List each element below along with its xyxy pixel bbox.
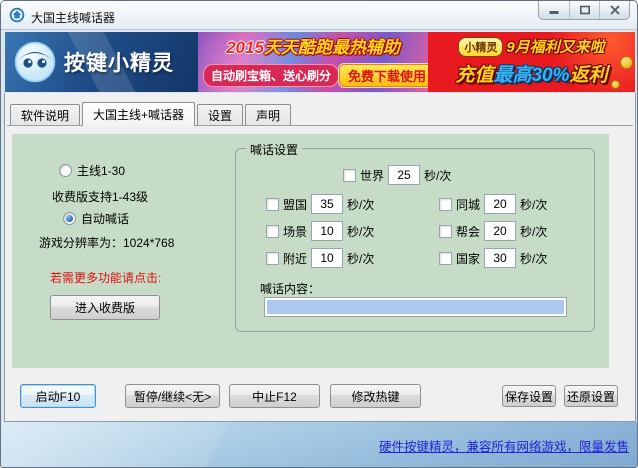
nation-label[interactable]: 国家 [456, 250, 480, 267]
paid-support-note: 收费版支持1-43级 [52, 188, 148, 205]
shout-content-label: 喊话内容： [260, 280, 320, 297]
guild-unit-label: 秒/次 [520, 223, 547, 240]
scene-label[interactable]: 场景 [283, 223, 307, 240]
guild-label[interactable]: 帮会 [456, 223, 480, 240]
radio-row-mainline[interactable]: 主线1-30 [59, 162, 125, 179]
minimize-button[interactable] [539, 1, 569, 19]
start-button[interactable]: 启动F10 [20, 384, 96, 408]
world-interval-input[interactable] [388, 165, 420, 185]
maximize-icon [579, 5, 591, 15]
shout-row-nearby: 附近 秒/次 [266, 248, 374, 268]
resolution-note: 游戏分辨率为：1024*768 [39, 234, 174, 251]
enter-paid-version-button[interactable]: 进入收费版 [50, 295, 160, 320]
alliance-interval-input[interactable] [311, 194, 343, 214]
shout-settings-legend: 喊话设置 [246, 141, 302, 158]
shout-row-world: 世界 秒/次 [343, 165, 451, 185]
alliance-label[interactable]: 盟国 [283, 196, 307, 213]
shout-row-guild: 帮会 秒/次 [439, 221, 547, 241]
city-interval-input[interactable] [484, 194, 516, 214]
scene-interval-input[interactable] [311, 221, 343, 241]
ad-headline: 2015天天酷跑最热辅助 [198, 33, 428, 58]
scene-unit-label: 秒/次 [347, 223, 374, 240]
world-checkbox[interactable] [343, 169, 356, 182]
ad-banner-middle[interactable]: 2015天天酷跑最热辅助 自动刷宝箱、送心刷分 免费下载使用 [198, 32, 428, 92]
alliance-unit-label: 秒/次 [347, 196, 374, 213]
save-settings-button[interactable]: 保存设置 [502, 385, 556, 407]
nearby-checkbox[interactable] [266, 252, 279, 265]
maximize-button[interactable] [569, 1, 599, 19]
guild-interval-input[interactable] [484, 221, 516, 241]
nearby-label[interactable]: 附近 [283, 250, 307, 267]
window-title: 大国主线喊话器 [31, 9, 115, 26]
ad-right-line1-text: 9月福利又来啦 [506, 36, 604, 57]
autoshout-radio[interactable] [63, 212, 76, 225]
ad-headline-text: 天天酷跑最热辅助 [264, 38, 400, 57]
status-band: 硬件按键精灵，兼容所有网络游戏，限量发售 [1, 422, 637, 467]
mainline-radio[interactable] [59, 164, 72, 177]
app-window: 大国主线喊话器 [0, 0, 638, 468]
tab-statement[interactable]: 声明 [245, 104, 291, 125]
title-bar: 大国主线喊话器 [1, 1, 637, 30]
shout-content-input[interactable] [264, 297, 567, 317]
close-button[interactable] [599, 1, 629, 19]
world-unit-label: 秒/次 [424, 167, 451, 184]
tab-settings[interactable]: 设置 [197, 104, 243, 125]
hardware-wizard-link[interactable]: 硬件按键精灵，兼容所有网络游戏，限量发售 [379, 436, 629, 455]
mascot-logo-icon [14, 41, 56, 83]
nearby-unit-label: 秒/次 [347, 250, 374, 267]
ad-right-line2: 充值最高30%返利 [432, 60, 631, 87]
minimize-icon [548, 5, 560, 15]
ad-right-line2-suffix: 返利 [570, 65, 608, 86]
restore-settings-button[interactable]: 还原设置 [564, 385, 618, 407]
ad-banner-right[interactable]: 小精灵 9月福利又来啦 充值最高30%返利 [428, 32, 635, 92]
close-icon [609, 5, 621, 15]
free-download-button[interactable]: 免费下载使用 [339, 64, 428, 87]
ad-right-line2-prefix: 充值 [455, 65, 493, 86]
nation-checkbox[interactable] [439, 252, 452, 265]
ad-headline-year: 2015 [226, 38, 264, 57]
ad-right-badge: 小精灵 [458, 37, 503, 57]
brand-logo-panel: 按键小精灵 [5, 32, 198, 92]
banner: 按键小精灵 2015天天酷跑最热辅助 自动刷宝箱、送心刷分 免费下载使用 小精灵… [5, 32, 635, 92]
window-controls [538, 1, 630, 20]
modify-hotkey-button[interactable]: 修改热键 [330, 384, 421, 408]
shout-row-city: 同城 秒/次 [439, 194, 547, 214]
shout-row-nation: 国家 秒/次 [439, 248, 547, 268]
city-label[interactable]: 同城 [456, 196, 480, 213]
stop-button[interactable]: 中止F12 [229, 384, 320, 408]
brand-name: 按键小精灵 [64, 47, 174, 77]
alliance-checkbox[interactable] [266, 198, 279, 211]
world-label[interactable]: 世界 [360, 167, 384, 184]
client-area: 软件说明 大国主线+喊话器 设置 声明 主线1-30 收费版支持1-43级 自动… [4, 93, 636, 422]
ad-subline-pill: 自动刷宝箱、送心刷分 [203, 64, 339, 87]
shout-row-scene: 场景 秒/次 [266, 221, 374, 241]
ad-middle-bottom-row: 自动刷宝箱、送心刷分 免费下载使用 [203, 64, 423, 87]
pause-resume-button[interactable]: 暂停/继续<无> [125, 384, 220, 408]
ad-right-line1: 小精灵 9月福利又来啦 [432, 36, 631, 57]
tab-software-info[interactable]: 软件说明 [10, 104, 80, 125]
shout-row-alliance: 盟国 秒/次 [266, 194, 374, 214]
nation-interval-input[interactable] [484, 248, 516, 268]
radio-row-autoshout[interactable]: 自动喊话 [63, 210, 129, 227]
tab-mainline-shouter[interactable]: 大国主线+喊话器 [82, 102, 195, 126]
autoshout-radio-label[interactable]: 自动喊话 [81, 210, 129, 227]
ad-right-line2-highlight: 最高30% [493, 65, 569, 86]
tab-strip: 软件说明 大国主线+喊话器 设置 声明 [7, 102, 633, 126]
more-features-warning: 若需更多功能请点击: [50, 269, 161, 286]
scene-checkbox[interactable] [266, 225, 279, 238]
app-icon [9, 7, 25, 23]
nearby-interval-input[interactable] [311, 248, 343, 268]
mainline-radio-label[interactable]: 主线1-30 [77, 162, 125, 179]
city-unit-label: 秒/次 [520, 196, 547, 213]
nation-unit-label: 秒/次 [520, 250, 547, 267]
city-checkbox[interactable] [439, 198, 452, 211]
guild-checkbox[interactable] [439, 225, 452, 238]
